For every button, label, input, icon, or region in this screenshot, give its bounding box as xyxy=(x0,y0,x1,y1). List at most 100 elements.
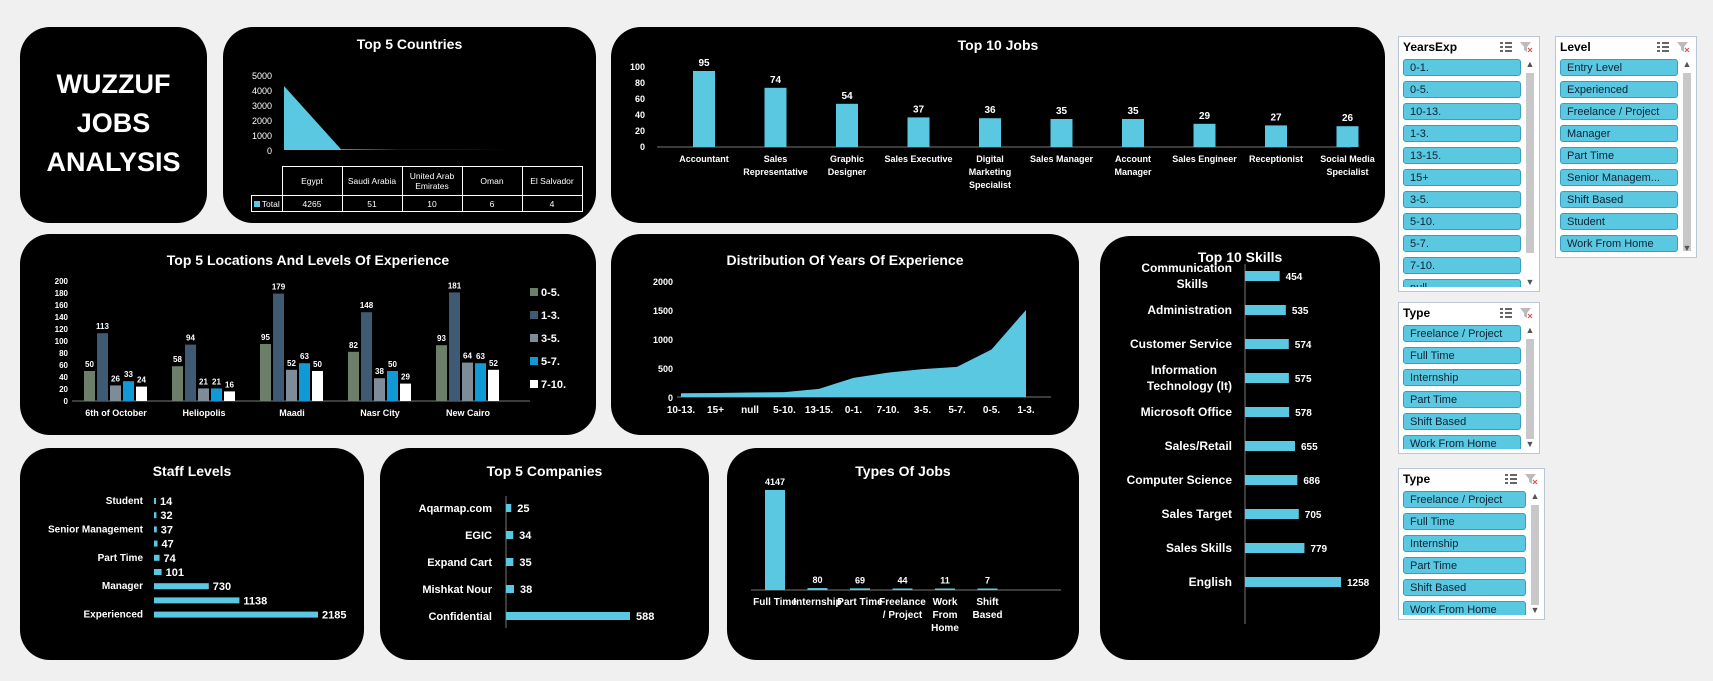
scrollbar-thumb[interactable] xyxy=(1531,505,1539,605)
multi-select-icon[interactable] xyxy=(1499,307,1513,319)
x-tick-label-null: null xyxy=(741,405,759,416)
multi-select-icon[interactable] xyxy=(1499,41,1513,53)
locations-chart: 2001801601401201008060402005011326 33246t… xyxy=(55,277,566,418)
slicer-item-0-1[interactable]: 0-1. xyxy=(1403,59,1521,76)
slicer-item-work-from-home[interactable]: Work From Home xyxy=(1560,235,1678,252)
slicer-type-2[interactable]: Type Freelance / Project Full Time Internsh… xyxy=(1398,468,1545,620)
data-label: 33 xyxy=(124,370,133,379)
slicer-scrollbar[interactable]: ▲ ▼ xyxy=(1529,491,1541,615)
slicer-item-5-10[interactable]: 5-10. xyxy=(1403,213,1521,230)
scroll-down-icon[interactable]: ▼ xyxy=(1529,605,1541,615)
slicer-scrollbar[interactable]: ▲ ▼ xyxy=(1681,59,1693,253)
slicer-scrollbar[interactable]: ▲ ▼ xyxy=(1524,59,1536,287)
slicer-item-freelance-project[interactable]: Freelance / Project xyxy=(1403,491,1526,508)
y-tick-label-sales-retail: Sales/Retail xyxy=(1165,439,1232,453)
data-label: 535 xyxy=(1292,306,1309,317)
slicer-item-full-time[interactable]: Full Time xyxy=(1403,347,1521,364)
slicer-item-internship[interactable]: Internship xyxy=(1403,535,1526,552)
slicer-item-entry-level[interactable]: Entry Level xyxy=(1560,59,1678,76)
bar-6th-of-october-1-3 xyxy=(97,333,108,401)
scroll-up-icon[interactable]: ▲ xyxy=(1524,59,1536,69)
bar-heliopolis-3-5 xyxy=(198,388,209,401)
bar-nasr-city-0-5 xyxy=(348,351,359,401)
clear-filter-icon[interactable] xyxy=(1676,41,1690,53)
slicer-item-0-5[interactable]: 0-5. xyxy=(1403,81,1521,98)
slicer-item-list: 0-1. 0-5. 10-13. 1-3. 13-15. 15+ 3-5. 5-10. 5-7.… xyxy=(1403,59,1521,287)
slicer-item-7-10[interactable]: 7-10. xyxy=(1403,257,1521,274)
bar-maadi-1-3 xyxy=(273,293,284,401)
y-tick-label: 80 xyxy=(635,78,645,88)
scroll-down-icon[interactable]: ▼ xyxy=(1681,243,1693,253)
data-label: 181 xyxy=(448,281,462,290)
scroll-down-icon[interactable]: ▼ xyxy=(1524,439,1536,449)
slicer-item-15[interactable]: 15+ xyxy=(1403,169,1521,186)
y-tick-label-administration: Administration xyxy=(1147,303,1232,317)
slicer-item-part-time[interactable]: Part Time xyxy=(1560,147,1678,164)
slicer-item-10-13[interactable]: 10-13. xyxy=(1403,103,1521,120)
bar-confidential xyxy=(506,612,630,620)
clear-filter-icon[interactable] xyxy=(1519,307,1533,319)
slicer-item-13-15[interactable]: 13-15. xyxy=(1403,147,1521,164)
slicer-item-shift-based[interactable]: Shift Based xyxy=(1403,413,1521,430)
bar-accountant xyxy=(693,71,715,147)
slicer-years-exp[interactable]: YearsExp 0-1. 0-5. 10-13. 1-3. 13-15. 15+ 3-5. 5… xyxy=(1398,36,1540,292)
legend-swatch-icon xyxy=(253,200,260,207)
x-tick-label-sales-executive: Sales Executive xyxy=(884,154,952,164)
bar-staff-level xyxy=(154,512,157,519)
scrollbar-thumb[interactable] xyxy=(1526,339,1534,439)
x-tick-label-sales-manager: Sales Manager xyxy=(1030,154,1094,164)
slicer-item-experienced[interactable]: Experienced xyxy=(1560,81,1678,98)
slicer-item-freelance-project[interactable]: Freelance / Project xyxy=(1560,103,1678,120)
top-jobs-card: Top 10 Jobs 100 80 60 40 20 0 95 Accountant 74 Sa… xyxy=(611,27,1385,223)
slicer-item-manager[interactable]: Manager xyxy=(1560,125,1678,142)
slicer-level[interactable]: Level Entry Level Experienced Freelance / P… xyxy=(1555,36,1697,258)
data-label: 730 xyxy=(213,581,231,593)
clear-filter-icon[interactable] xyxy=(1519,41,1533,53)
slicer-item-5-7[interactable]: 5-7. xyxy=(1403,235,1521,252)
slicer-type-1[interactable]: Type Freelance / Project Full Time Internsh… xyxy=(1398,302,1540,454)
slicer-item-null[interactable]: null xyxy=(1403,279,1521,287)
scroll-down-icon[interactable]: ▼ xyxy=(1524,277,1536,287)
slicer-item-shift-based[interactable]: Shift Based xyxy=(1560,191,1678,208)
scrollbar-thumb[interactable] xyxy=(1526,73,1534,253)
scroll-up-icon[interactable]: ▲ xyxy=(1524,325,1536,335)
slicer-toolbar xyxy=(1499,307,1533,319)
bar-new-cairo-5-7 xyxy=(475,363,486,401)
scroll-up-icon[interactable]: ▲ xyxy=(1681,59,1693,69)
slicer-item-student[interactable]: Student xyxy=(1560,213,1678,230)
multi-select-icon[interactable] xyxy=(1656,41,1670,53)
slicer-item-work-from-home[interactable]: Work From Home xyxy=(1403,601,1526,615)
slicer-header: Type xyxy=(1403,472,1431,486)
slicer-item-part-time[interactable]: Part Time xyxy=(1403,391,1521,408)
multi-select-icon[interactable] xyxy=(1504,473,1518,485)
slicer-item-internship[interactable]: Internship xyxy=(1403,369,1521,386)
bar-nasr-city-7-10 xyxy=(400,383,411,401)
y-tick-label-part-time: Part Time xyxy=(98,553,144,564)
data-label: 64 xyxy=(463,352,472,361)
slicer-item-list: Freelance / Project Full Time Internship Pa… xyxy=(1403,491,1526,615)
slicer-item-part-time[interactable]: Part Time xyxy=(1403,557,1526,574)
slicer-item-work-from-home[interactable]: Work From Home xyxy=(1403,435,1521,449)
table-col-egypt: Egypt xyxy=(281,166,343,196)
slicer-item-full-time[interactable]: Full Time xyxy=(1403,513,1526,530)
clear-filter-icon[interactable] xyxy=(1524,473,1538,485)
scroll-up-icon[interactable]: ▲ xyxy=(1529,491,1541,501)
x-tick-label-work-from-home: Work From Home xyxy=(931,597,959,634)
bar-nasr-city-3-5 xyxy=(374,378,385,401)
skills-chart: 454 Communication Skills 535 Administration 5… xyxy=(1127,261,1370,624)
data-label: 94 xyxy=(186,334,195,343)
slicer-scrollbar[interactable]: ▲ ▼ xyxy=(1524,325,1536,449)
bar-account-manager xyxy=(1122,119,1144,147)
y-tick-label: 160 xyxy=(55,301,69,310)
y-tick-label-computer-science: Computer Science xyxy=(1127,473,1233,487)
slicer-item-senior-managem[interactable]: Senior Managem... xyxy=(1560,169,1678,186)
slicer-item-3-5[interactable]: 3-5. xyxy=(1403,191,1521,208)
slicer-item-1-3[interactable]: 1-3. xyxy=(1403,125,1521,142)
slicer-item-shift-based[interactable]: Shift Based xyxy=(1403,579,1526,596)
title-line-1: WUZZUF xyxy=(56,69,171,99)
slicer-item-freelance-project[interactable]: Freelance / Project xyxy=(1403,325,1521,342)
bar-staff-level xyxy=(154,554,160,561)
data-label: 34 xyxy=(519,530,532,542)
scrollbar-thumb[interactable] xyxy=(1683,73,1691,251)
table-cell: 10 xyxy=(401,195,463,212)
